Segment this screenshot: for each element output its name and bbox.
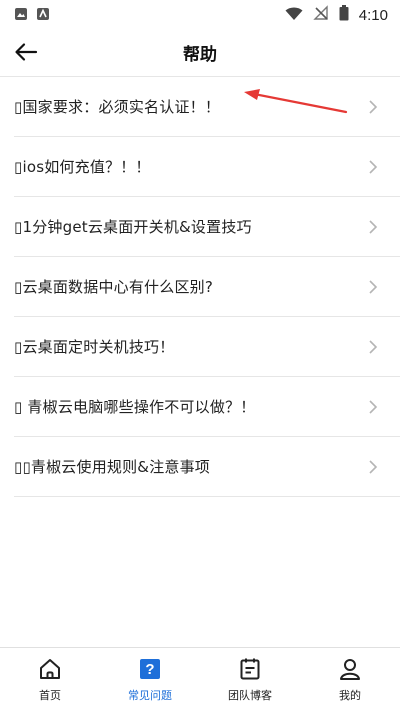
help-item-label: ▯国家要求：必须实名认证！！ <box>14 98 221 116</box>
status-right: 4:10 <box>285 5 388 25</box>
clock: 4:10 <box>358 6 388 24</box>
nav-blog[interactable]: 团队博客 <box>200 648 300 711</box>
nav-home[interactable]: 首页 <box>0 648 100 711</box>
help-item-ios-recharge[interactable]: ▯ios如何充值？！！ <box>14 137 400 197</box>
chevron-right-icon <box>369 459 378 474</box>
chevron-right-icon <box>369 339 378 354</box>
help-item-label: ▯云桌面数据中心有什么区别? <box>14 278 214 296</box>
question-icon: ? <box>137 656 163 682</box>
nav-label: 我的 <box>339 689 361 702</box>
status-left <box>14 6 50 25</box>
nav-label: 首页 <box>39 689 61 702</box>
help-item-label: ▯1分钟get云桌面开关机&设置技巧 <box>14 218 252 236</box>
arrow-left-icon <box>15 43 38 61</box>
nav-label: 团队博客 <box>228 689 272 702</box>
chevron-right-icon <box>369 279 378 294</box>
help-item-datacenter[interactable]: ▯云桌面数据中心有什么区别? <box>14 257 400 317</box>
title-bar: 帮助 <box>0 30 400 74</box>
help-item-label: ▯ 青椒云电脑哪些操作不可以做？！ <box>14 398 256 416</box>
help-screen: 4:10 帮助 ▯国家要求：必须实名认证！！ ▯ios如何充值？！！ ▯1分钟g… <box>0 0 400 711</box>
help-item-label: ▯ios如何充值？！！ <box>14 158 151 176</box>
help-item-forbidden-ops[interactable]: ▯ 青椒云电脑哪些操作不可以做？！ <box>14 377 400 437</box>
blog-icon <box>237 656 263 682</box>
page-title: 帮助 <box>183 44 217 65</box>
wifi-icon <box>285 6 303 25</box>
bottom-nav: 首页 ? 常见问题 团队博客 我的 <box>0 647 400 711</box>
home-icon <box>37 656 63 682</box>
annotation-arrow-icon <box>244 89 348 114</box>
signal-off-icon <box>313 5 329 25</box>
nav-faq[interactable]: ? 常见问题 <box>100 648 200 711</box>
android-icon <box>36 6 50 25</box>
chevron-right-icon <box>369 399 378 414</box>
battery-icon <box>339 5 349 25</box>
help-item-scheduled-shutdown[interactable]: ▯云桌面定时关机技巧！ <box>14 317 400 377</box>
status-bar: 4:10 <box>0 0 400 30</box>
help-item-label: ▯云桌面定时关机技巧！ <box>14 338 175 356</box>
help-item-power-tips[interactable]: ▯1分钟get云桌面开关机&设置技巧 <box>14 197 400 257</box>
person-icon <box>337 656 363 682</box>
nav-label: 常见问题 <box>128 689 172 702</box>
chevron-right-icon <box>369 159 378 174</box>
help-item-rules[interactable]: ▯▯青椒云使用规则&注意事项 <box>14 437 400 497</box>
nav-profile[interactable]: 我的 <box>300 648 400 711</box>
help-item-label: ▯▯青椒云使用规则&注意事项 <box>14 458 211 476</box>
image-icon <box>14 6 28 25</box>
help-list: ▯国家要求：必须实名认证！！ ▯ios如何充值？！！ ▯1分钟get云桌面开关机… <box>0 76 400 497</box>
chevron-right-icon <box>369 99 378 114</box>
back-button[interactable] <box>10 38 42 66</box>
svg-text:?: ? <box>145 661 154 678</box>
chevron-right-icon <box>369 219 378 234</box>
